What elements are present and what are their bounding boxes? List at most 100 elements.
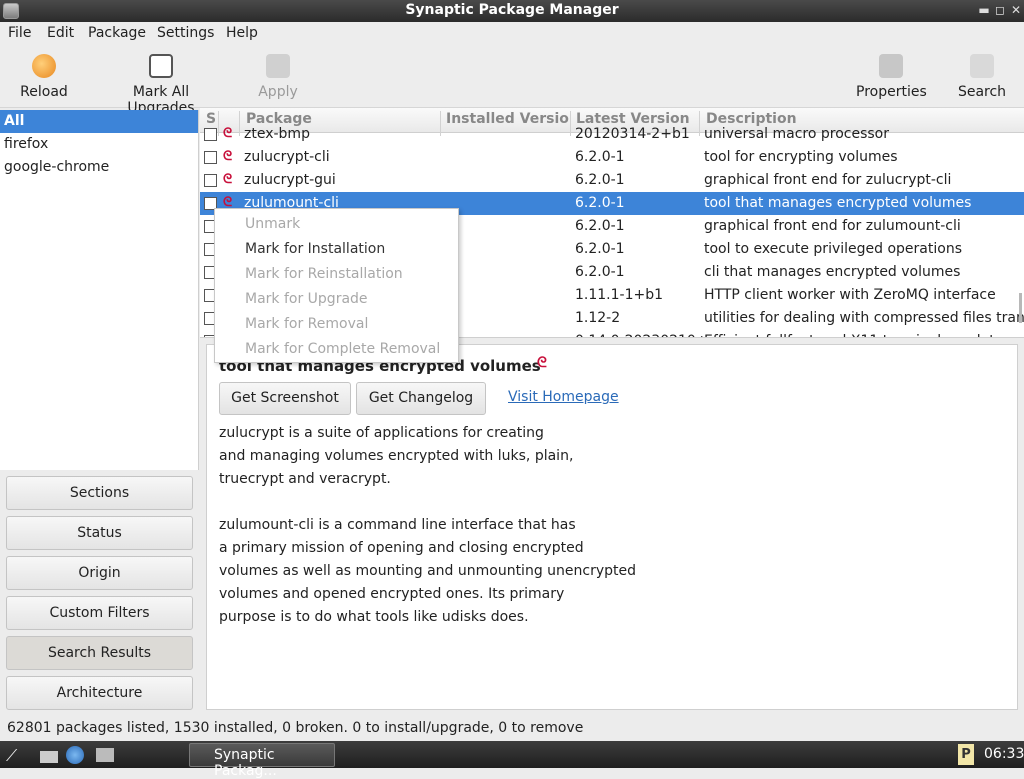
description: HTTP client worker with ZeroMQ interface: [704, 287, 996, 303]
description: cli that manages encrypted volumes: [704, 264, 961, 280]
sections-button[interactable]: Sections: [6, 476, 193, 510]
description-line: zulucrypt is a suite of applications for…: [219, 425, 544, 441]
menu-item-mark-upgrade[interactable]: Mark for Upgrade: [245, 291, 368, 307]
description-line: and managing volumes encrypted with luks…: [219, 448, 574, 464]
taskbar-synaptic-button[interactable]: Synaptic Packag...: [189, 743, 335, 779]
description: graphical front end for zulumount-cli: [704, 218, 961, 234]
description: universal macro processor: [704, 126, 890, 142]
close-button[interactable]: ✕: [1008, 1, 1024, 19]
filter-list: All firefox google-chrome: [0, 110, 199, 470]
description: graphical front end for zulucrypt-cli: [704, 172, 952, 188]
mark-checkbox[interactable]: [204, 151, 217, 164]
start-menu-icon[interactable]: ⟋: [6, 746, 24, 765]
origin-button[interactable]: Origin: [6, 556, 193, 590]
properties-label: Properties: [856, 84, 927, 100]
package-update-icon[interactable]: P: [958, 744, 974, 765]
description: tool that manages encrypted volumes: [704, 195, 972, 211]
status-bar: 62801 packages listed, 1530 installed, 0…: [0, 716, 1024, 740]
latest-version: 20120314-2+b1: [575, 126, 690, 142]
reload-button[interactable]: Reload: [20, 52, 68, 100]
status-text: 62801 packages listed, 1530 installed, 0…: [7, 720, 584, 736]
latest-version: 1.12-2: [575, 310, 621, 326]
get-screenshot-button[interactable]: Get Screenshot: [219, 382, 351, 415]
toolbar: Reload Mark All Upgrades Apply Propertie…: [0, 46, 1024, 116]
visit-homepage-link[interactable]: Visit Homepage: [508, 389, 619, 405]
latest-version: 6.2.0-1: [575, 264, 625, 280]
maximize-button[interactable]: ◻: [992, 1, 1008, 19]
filter-item-all[interactable]: All: [0, 110, 198, 133]
status-button[interactable]: Status: [6, 516, 193, 550]
minimize-button[interactable]: ▬: [976, 1, 992, 19]
package-name: ztex-bmp: [244, 126, 310, 142]
reload-icon: [32, 54, 56, 78]
mark-upgrades-icon: [149, 54, 173, 78]
latest-version: 6.2.0-1: [575, 241, 625, 257]
menu-package[interactable]: Package: [88, 25, 146, 41]
description-line: zulumount-cli is a command line interfac…: [219, 517, 576, 533]
search-button[interactable]: Search: [957, 52, 1007, 100]
details-panel: tool that manages encrypted volumes ᘓ Ge…: [206, 344, 1018, 710]
menu-file[interactable]: File: [8, 25, 31, 41]
clock: 06:33: [984, 746, 1024, 762]
filter-buttons: Sections Status Origin Custom Filters Se…: [0, 470, 199, 712]
debian-icon: ᘓ: [223, 172, 233, 187]
latest-version: 1.11.1-1+b1: [575, 287, 664, 303]
search-results-button[interactable]: Search Results: [6, 636, 193, 670]
description: tool for encrypting volumes: [704, 149, 898, 165]
table-row[interactable]: ᘓ ztex-bmp 20120314-2+b1 universal macro pr…: [200, 123, 1024, 146]
package-name: zulucrypt-cli: [244, 149, 330, 165]
reload-label: Reload: [20, 84, 68, 100]
get-changelog-button[interactable]: Get Changelog: [356, 382, 486, 415]
window-title: Synaptic Package Manager: [405, 2, 619, 18]
menu-help[interactable]: Help: [226, 25, 258, 41]
table-scrollbar[interactable]: [1019, 293, 1022, 323]
description: utilities for dealing with compressed fi…: [704, 310, 1024, 326]
description-line: purpose is to do what tools like udisks …: [219, 609, 529, 625]
description-line: truecrypt and veracrypt.: [219, 471, 391, 487]
description: Efficient fullfeatured X11 terminal emul…: [704, 333, 1009, 337]
menu-bar: File Edit Package Settings Help: [0, 22, 1024, 46]
show-desktop-icon[interactable]: [96, 748, 114, 762]
apply-label: Apply: [258, 84, 298, 100]
latest-version: 6.2.0-1: [575, 172, 625, 188]
taskbar: ⟋ Synaptic Packag... P 06:33: [0, 741, 1024, 779]
search-icon: [970, 54, 994, 78]
description-line: a primary mission of opening and closing…: [219, 540, 584, 556]
custom-filters-button[interactable]: Custom Filters: [6, 596, 193, 630]
mark-all-upgrades-button[interactable]: Mark All Upgrades: [100, 52, 222, 116]
title-bar: Synaptic Package Manager ▬ ◻ ✕: [0, 0, 1024, 22]
mark-checkbox[interactable]: [204, 128, 217, 141]
latest-version: 6.2.0-1: [575, 195, 625, 211]
apply-icon: [266, 54, 290, 78]
menu-edit[interactable]: Edit: [47, 25, 74, 41]
mark-checkbox[interactable]: [204, 174, 217, 187]
context-menu: Unmark Mark for Installation Mark for Re…: [214, 208, 459, 363]
table-row[interactable]: ᘓ zulucrypt-gui 6.2.0-1 graphical front end…: [200, 169, 1024, 192]
menu-item-mark-reinstallation[interactable]: Mark for Reinstallation: [245, 266, 403, 282]
folder-icon[interactable]: [40, 751, 58, 763]
filter-item-firefox[interactable]: firefox: [0, 133, 198, 156]
properties-button[interactable]: Properties: [856, 52, 927, 100]
table-row[interactable]: ᘓ zulucrypt-cli 6.2.0-1 tool for encrypting…: [200, 146, 1024, 169]
menu-item-unmark[interactable]: Unmark: [245, 216, 300, 232]
filter-item-google-chrome[interactable]: google-chrome: [0, 156, 198, 179]
search-label: Search: [957, 84, 1007, 100]
latest-version: 6.2.0-1: [575, 218, 625, 234]
description-line: volumes as well as mounting and unmounti…: [219, 563, 637, 579]
properties-icon: [879, 54, 903, 78]
menu-item-mark-installation[interactable]: Mark for Installation: [245, 241, 385, 257]
debian-icon: ᘓ: [223, 149, 233, 164]
browser-icon[interactable]: [66, 746, 84, 764]
menu-item-mark-complete-removal[interactable]: Mark for Complete Removal: [245, 341, 440, 357]
description: tool to execute privileged operations: [704, 241, 962, 257]
latest-version: 0.14.0-20230210+: [575, 333, 708, 337]
menu-settings[interactable]: Settings: [157, 25, 214, 41]
debian-icon: ᘓ: [223, 126, 233, 141]
package-name: zulucrypt-gui: [244, 172, 336, 188]
description-line: volumes and opened encrypted ones. Its p…: [219, 586, 565, 602]
latest-version: 6.2.0-1: [575, 149, 625, 165]
debian-icon: ᘓ: [537, 355, 547, 371]
apply-button[interactable]: Apply: [258, 52, 298, 100]
architecture-button[interactable]: Architecture: [6, 676, 193, 710]
menu-item-mark-removal[interactable]: Mark for Removal: [245, 316, 368, 332]
